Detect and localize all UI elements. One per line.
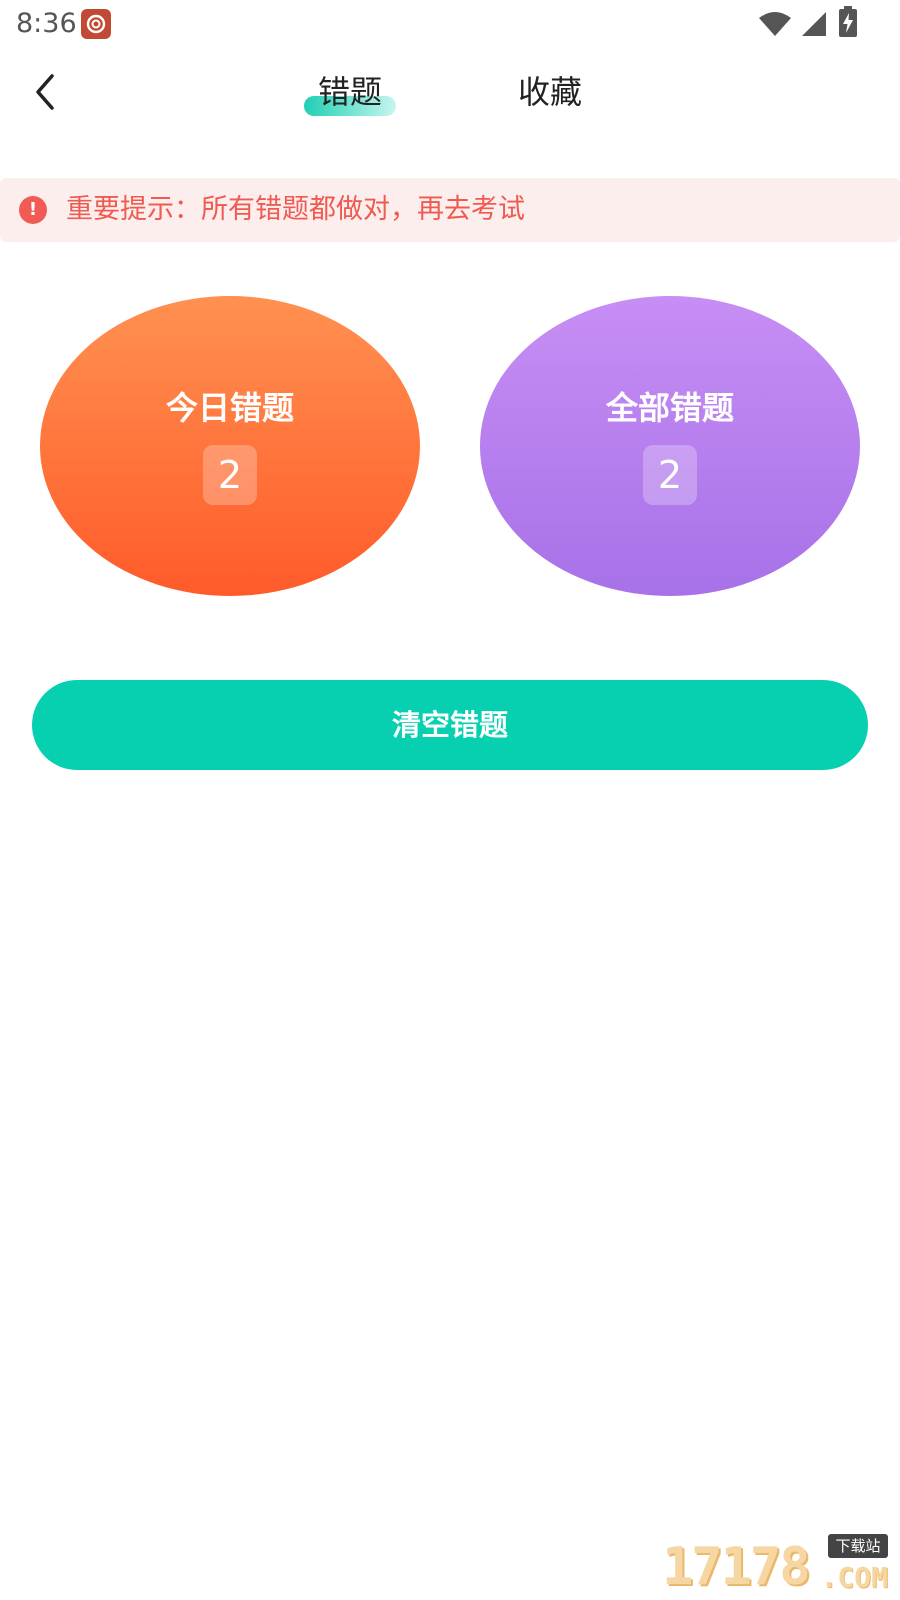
tab-favorites[interactable]: 收藏 xyxy=(500,68,600,116)
app-notification-icon xyxy=(81,9,111,39)
today-wrong-questions-title: 今日错题 xyxy=(165,389,294,427)
watermark-logo: 17178 下载站 .COM xyxy=(662,1532,892,1596)
tab-wrong-questions-label: 错题 xyxy=(317,73,382,111)
status-bar: 8:36 xyxy=(0,0,900,48)
watermark-digits: 17178 xyxy=(662,1537,811,1597)
today-wrong-questions-count: 2 xyxy=(203,445,257,505)
header: 错题 收藏 xyxy=(0,48,900,140)
status-time: 8:36 xyxy=(16,8,77,39)
status-icons xyxy=(730,0,900,48)
back-button[interactable] xyxy=(22,68,70,116)
all-wrong-questions-card[interactable]: 全部错题 2 xyxy=(480,296,860,596)
cell-signal-icon xyxy=(802,12,826,36)
clear-wrong-questions-button[interactable]: 清空错题 xyxy=(32,680,868,770)
tab-favorites-label: 收藏 xyxy=(517,73,582,111)
notice-text: 重要提示：所有错题都做对，再去考试 xyxy=(66,194,525,225)
tab-wrong-questions[interactable]: 错题 xyxy=(300,68,400,116)
watermark-tag: 下载站 xyxy=(828,1534,888,1558)
today-wrong-questions-card[interactable]: 今日错题 2 xyxy=(40,296,420,596)
chevron-left-icon xyxy=(36,74,54,110)
battery-charging-icon xyxy=(839,6,857,37)
all-wrong-questions-count: 2 xyxy=(643,445,697,505)
wifi-icon xyxy=(759,12,791,36)
important-notice: ! 重要提示：所有错题都做对，再去考试 xyxy=(0,178,900,242)
all-wrong-questions-title: 全部错题 xyxy=(605,389,734,427)
exclamation-icon: ! xyxy=(19,196,47,224)
watermark-suffix: .COM xyxy=(820,1561,888,1594)
